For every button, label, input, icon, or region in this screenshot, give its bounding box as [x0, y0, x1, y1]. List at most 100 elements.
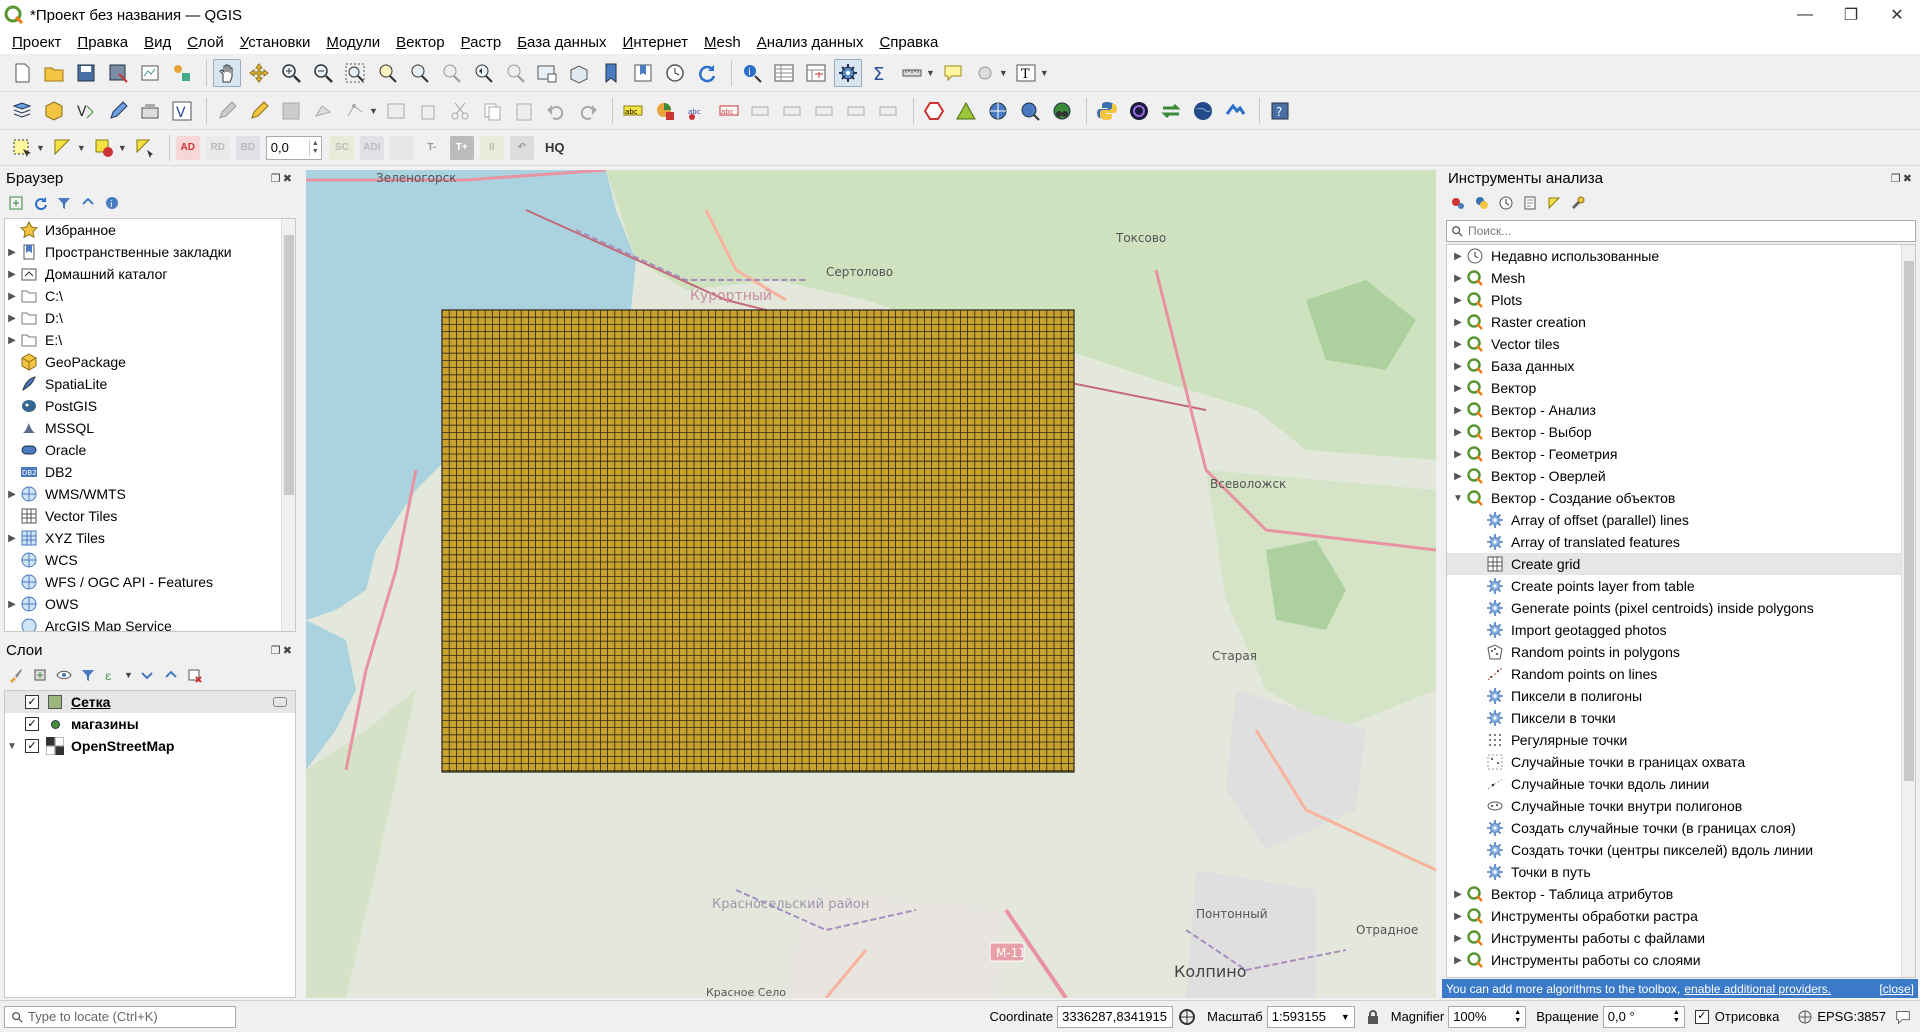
topology-checker-button[interactable]	[952, 97, 980, 125]
label-properties-button[interactable]	[843, 97, 871, 125]
identify-button[interactable]: i	[738, 59, 766, 87]
pan-to-selection-button[interactable]	[245, 59, 273, 87]
plugin-a-button[interactable]	[1125, 97, 1153, 125]
select-location-button[interactable]	[131, 134, 159, 162]
select-features-button[interactable]	[8, 134, 36, 162]
back-arrow-button[interactable]: ↶	[509, 135, 534, 160]
menu-item[interactable]: Проект	[4, 34, 69, 51]
magnifier-spinbox[interactable]: 100% ▲ ▼	[1448, 1005, 1527, 1028]
menu-item[interactable]: Модули	[318, 34, 388, 51]
expand-arrow-icon[interactable]: ▶	[1451, 317, 1465, 328]
expand-arrow-icon[interactable]: ▶	[5, 489, 19, 500]
collapse-arrow-icon[interactable]: ▼	[1451, 493, 1465, 504]
add-group-button[interactable]	[30, 665, 50, 685]
processing-algorithm[interactable]: Create grid	[1447, 553, 1915, 575]
processing-group[interactable]: ▶ Plots	[1447, 289, 1915, 311]
expand-arrow-icon[interactable]: ▶	[5, 335, 19, 346]
new-3d-view-button[interactable]	[565, 59, 593, 87]
processing-group[interactable]: ▶ Недавно использованные	[1447, 245, 1915, 267]
processing-algorithm[interactable]: Случайные точки внутри полигонов	[1447, 795, 1915, 817]
browser-item[interactable]: Vector Tiles	[5, 505, 295, 527]
python-console-button[interactable]	[1093, 97, 1121, 125]
browser-item[interactable]: DB2 DB2	[5, 461, 295, 483]
processing-group[interactable]: ▶ Инструменты работы с файлами	[1447, 927, 1915, 949]
chevron-down-icon[interactable]: ▼	[36, 143, 45, 153]
browser-item[interactable]: ▶ Пространственные закладки	[5, 241, 295, 263]
processing-algorithm[interactable]: Array of translated features	[1447, 531, 1915, 553]
browser-item[interactable]: ▶ XYZ Tiles	[5, 527, 295, 549]
processing-algorithm[interactable]: Создать случайные точки (в границах слоя…	[1447, 817, 1915, 839]
text-tool-button[interactable]: T-	[420, 136, 444, 160]
new-geopackage-button[interactable]	[40, 97, 68, 125]
save-project-button[interactable]	[72, 59, 100, 87]
menu-item[interactable]: Растр	[453, 34, 510, 51]
temporal-controller-button[interactable]	[661, 59, 689, 87]
layer-item[interactable]: ✓ магазины	[5, 713, 295, 735]
browser-item[interactable]: ▶ WMS/WMTS	[5, 483, 295, 505]
deselect-button[interactable]	[90, 134, 118, 162]
modify-attributes-button[interactable]	[382, 97, 410, 125]
plugin-d-button[interactable]	[1221, 97, 1249, 125]
menu-item[interactable]: Слой	[179, 34, 232, 51]
rd-button[interactable]: RD	[205, 135, 230, 160]
results-viewer-button[interactable]	[1520, 193, 1540, 213]
processing-group[interactable]: ▼ Вектор - Создание объектов	[1447, 487, 1915, 509]
filter-browser-button[interactable]	[54, 193, 74, 213]
processing-group[interactable]: ▶ Вектор - Выбор	[1447, 421, 1915, 443]
browser-item[interactable]: PostGIS	[5, 395, 295, 417]
processing-algorithm[interactable]: Пиксели в точки	[1447, 707, 1915, 729]
panel-float-close-icon[interactable]: ❐✖	[271, 172, 294, 185]
expand-arrow-icon[interactable]: ▶	[1451, 273, 1465, 284]
browser-item[interactable]: Oracle	[5, 439, 295, 461]
field-calculator-button[interactable]	[802, 59, 830, 87]
ii-button[interactable]: II	[479, 135, 504, 160]
georeferencer-button[interactable]	[984, 97, 1012, 125]
processing-group[interactable]: ▶ Инструменты работы со слоями	[1447, 949, 1915, 971]
paste-button[interactable]	[510, 97, 538, 125]
coordinate-field[interactable]: 3336287,8341915	[1057, 1005, 1174, 1028]
manage-visibility-button[interactable]	[54, 665, 74, 685]
expand-arrow-icon[interactable]: ▶	[5, 313, 19, 324]
panel-float-close-icon[interactable]: ❐✖	[1891, 172, 1914, 185]
panel-float-close-icon[interactable]: ❐✖	[271, 644, 294, 657]
browser-item[interactable]: GeoPackage	[5, 351, 295, 373]
menu-item[interactable]: Интернет	[615, 34, 696, 51]
select-by-value-button[interactable]	[49, 134, 77, 162]
change-label-button[interactable]	[811, 97, 839, 125]
locator-search-input[interactable]: Type to locate (Ctrl+K)	[4, 1005, 236, 1028]
chevron-down-icon[interactable]: ▼	[124, 670, 133, 680]
bookmark-button[interactable]	[597, 59, 625, 87]
digitize-button[interactable]	[309, 97, 337, 125]
spinbox-arrows-icon[interactable]: ▲ ▼	[308, 139, 321, 156]
processing-group[interactable]: ▶ Вектор - Геометрия	[1447, 443, 1915, 465]
new-map-view-button[interactable]	[533, 59, 561, 87]
save-as-button[interactable]	[104, 59, 132, 87]
maximize-button[interactable]: ❐	[1828, 0, 1874, 30]
close-button[interactable]: ✕	[1874, 0, 1920, 30]
pin-labels-button[interactable]: abc	[683, 97, 711, 125]
menu-item[interactable]: Установки	[232, 34, 319, 51]
browser-item[interactable]: SpatiaLite	[5, 373, 295, 395]
expand-arrow-icon[interactable]: ▶	[1451, 383, 1465, 394]
measure-button[interactable]	[898, 59, 926, 87]
menu-item[interactable]: Вектор	[388, 34, 452, 51]
open-project-button[interactable]	[40, 59, 68, 87]
delete-selected-button[interactable]	[414, 97, 442, 125]
redo-button[interactable]	[574, 97, 602, 125]
processing-search-box[interactable]: Поиск...	[1446, 220, 1916, 242]
zoom-native-button[interactable]	[437, 59, 465, 87]
chevron-down-icon[interactable]: ▼	[77, 143, 86, 153]
chevron-down-icon[interactable]: ▼	[118, 143, 127, 153]
processing-algorithm[interactable]: Случайные точки в границах охвата	[1447, 751, 1915, 773]
expand-arrow-icon[interactable]: ▶	[1451, 889, 1465, 900]
show-hide-labels-button[interactable]: abc	[715, 97, 743, 125]
processing-algorithm[interactable]: Generate points (pixel centroids) inside…	[1447, 597, 1915, 619]
expand-arrow-icon[interactable]: ▶	[5, 291, 19, 302]
collapse-all-button[interactable]	[78, 193, 98, 213]
lock-icon[interactable]	[1365, 1009, 1381, 1025]
expand-arrow-icon[interactable]: ▶	[1451, 911, 1465, 922]
browser-item[interactable]: WFS / OGC API - Features	[5, 571, 295, 593]
processing-group[interactable]: ▶ Вектор	[1447, 377, 1915, 399]
expand-arrow-icon[interactable]: ▶	[1451, 251, 1465, 262]
toggle-editing-button[interactable]	[245, 97, 273, 125]
